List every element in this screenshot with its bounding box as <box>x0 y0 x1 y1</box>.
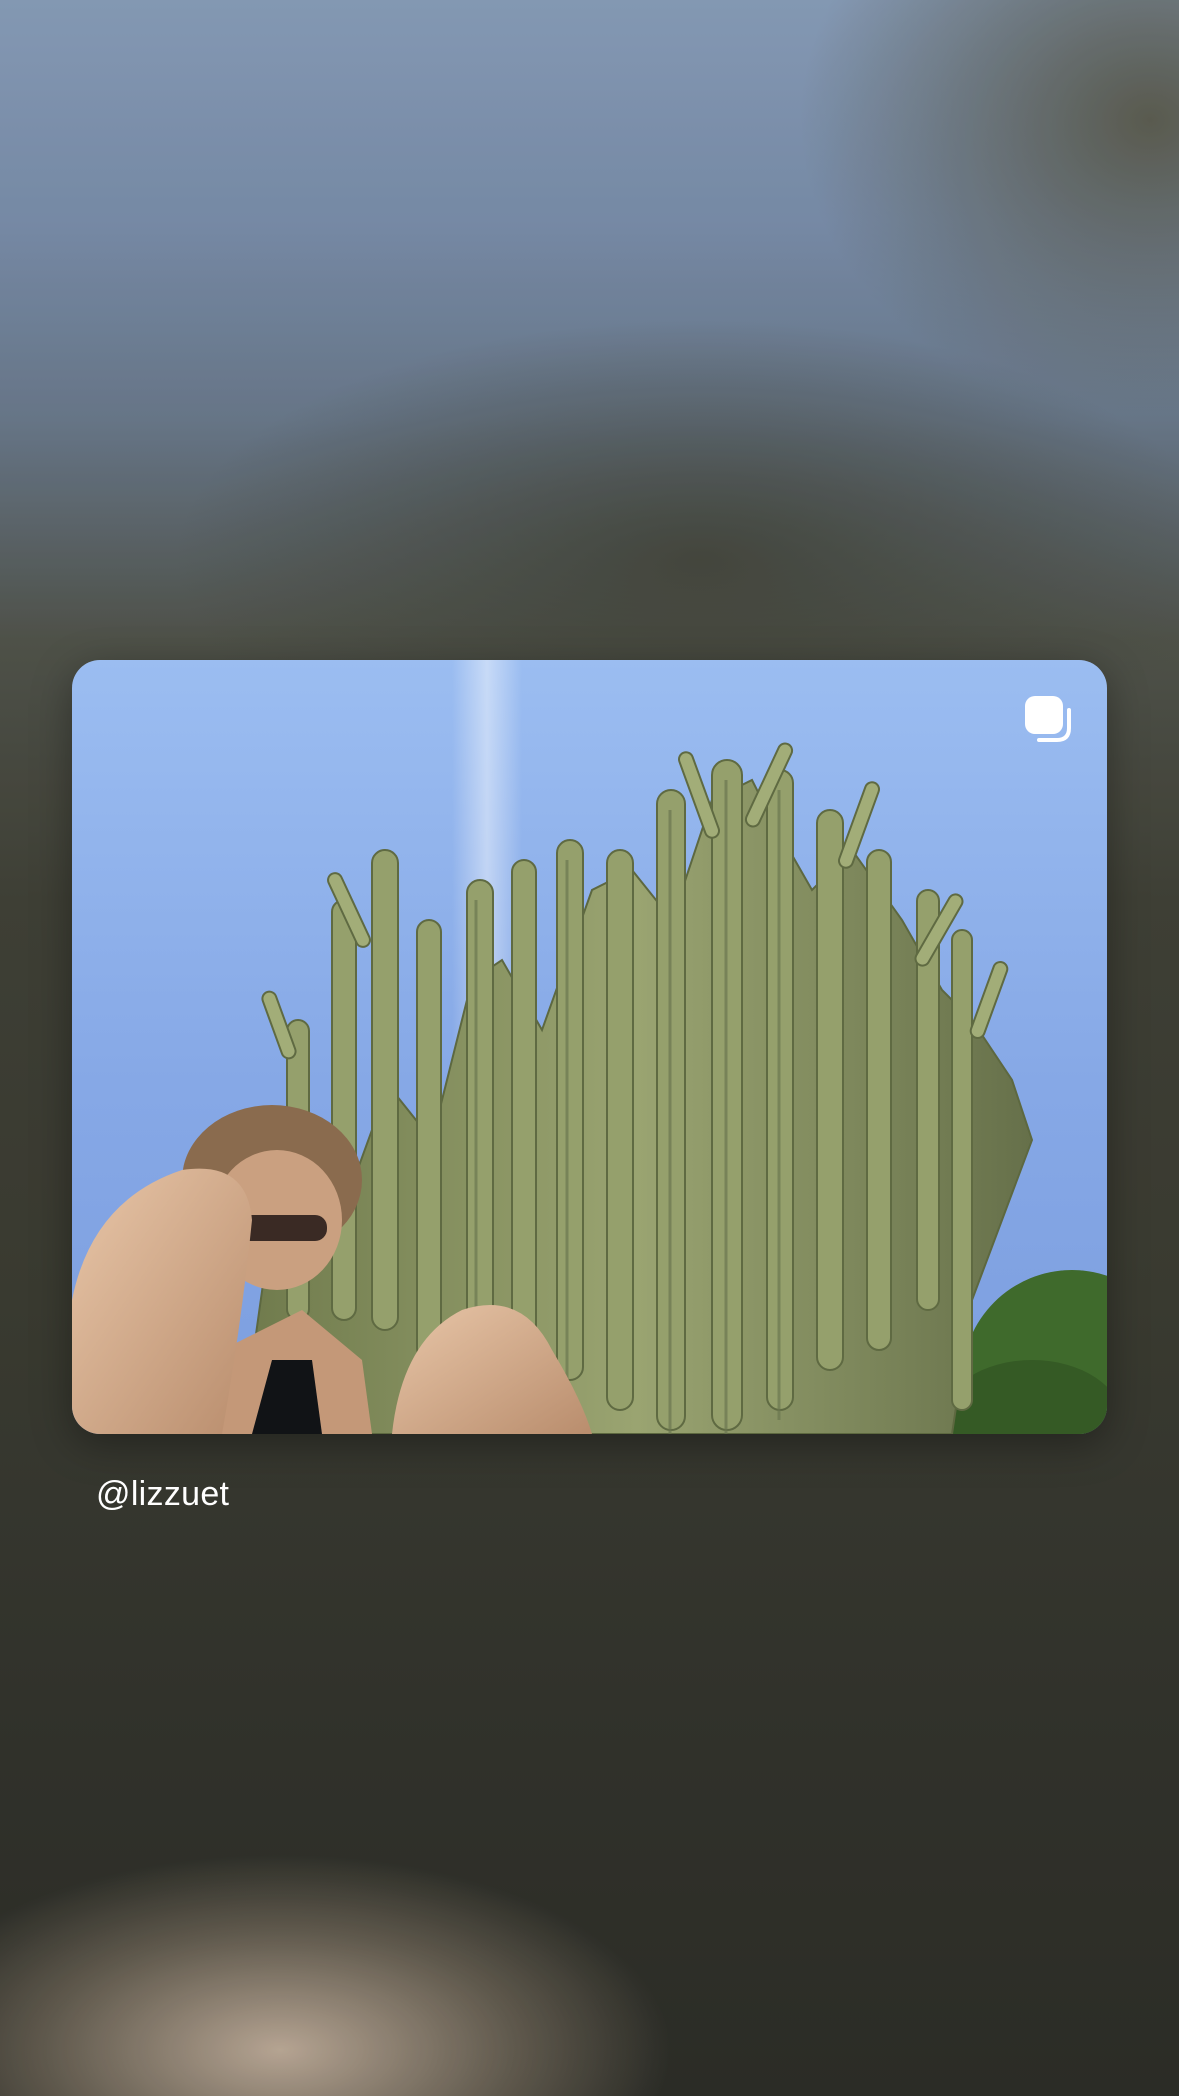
post-media-card[interactable] <box>72 660 1107 1434</box>
repost-icon[interactable] <box>1023 694 1073 744</box>
post-photo <box>72 660 1107 1434</box>
author-username[interactable]: @lizzuet <box>96 1475 229 1514</box>
